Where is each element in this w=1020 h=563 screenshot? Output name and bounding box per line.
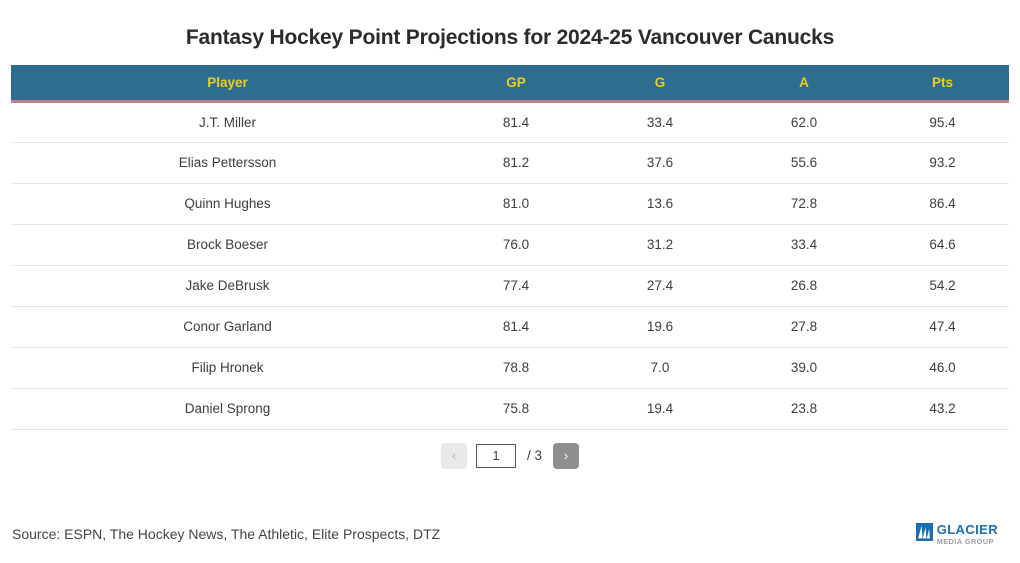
table-row: Conor Garland 81.4 19.6 27.8 47.4 xyxy=(11,306,1009,348)
table-row: Filip Hronek 78.8 7.0 39.0 46.0 xyxy=(11,347,1009,389)
cell-a: 62.0 xyxy=(732,101,876,143)
table-row: Quinn Hughes 81.0 13.6 72.8 86.4 xyxy=(11,183,1009,225)
cell-player: J.T. Miller xyxy=(11,101,444,143)
pagination: ‹ / 3 › xyxy=(11,442,1009,470)
logo-main-text: GLACIER xyxy=(936,521,998,537)
cell-gp: 75.8 xyxy=(444,388,588,430)
table-head: Player GP G A Pts xyxy=(11,65,1009,103)
cell-pts: 46.0 xyxy=(876,347,1009,389)
cell-player: Conor Garland xyxy=(11,306,444,348)
cell-player: Brock Boeser xyxy=(11,224,444,266)
cell-a: 39.0 xyxy=(732,347,876,389)
column-header-gp[interactable]: GP xyxy=(444,65,588,103)
cell-pts: 93.2 xyxy=(876,142,1009,184)
table-row: Brock Boeser 76.0 31.2 33.4 64.6 xyxy=(11,224,1009,266)
table-container: Player GP G A Pts J.T. Miller 81.4 33.4 … xyxy=(11,65,1009,470)
table-row: Jake DeBrusk 77.4 27.4 26.8 54.2 xyxy=(11,265,1009,307)
chevron-right-icon: › xyxy=(563,448,569,464)
cell-pts: 43.2 xyxy=(876,388,1009,430)
table-row: Daniel Sprong 75.8 19.4 23.8 43.2 xyxy=(11,388,1009,430)
cell-g: 33.4 xyxy=(588,101,732,143)
logo-sub-text: MEDIA GROUP xyxy=(936,536,994,546)
footer: Source: ESPN, The Hockey News, The Athle… xyxy=(0,505,1020,563)
table-row: Elias Pettersson 81.2 37.6 55.6 93.2 xyxy=(11,142,1009,184)
cell-g: 37.6 xyxy=(588,142,732,184)
cell-gp: 81.4 xyxy=(444,101,588,143)
cell-player: Quinn Hughes xyxy=(11,183,444,225)
glacier-mountain-icon xyxy=(915,522,933,546)
page-root: Fantasy Hockey Point Projections for 202… xyxy=(0,14,1020,563)
projections-table: Player GP G A Pts J.T. Miller 81.4 33.4 … xyxy=(11,65,1009,430)
cell-pts: 86.4 xyxy=(876,183,1009,225)
table-header-row: Player GP G A Pts xyxy=(11,65,1009,103)
cell-player: Jake DeBrusk xyxy=(11,265,444,307)
cell-gp: 78.8 xyxy=(444,347,588,389)
cell-player: Daniel Sprong xyxy=(11,388,444,430)
cell-g: 31.2 xyxy=(588,224,732,266)
table-body: J.T. Miller 81.4 33.4 62.0 95.4 Elias Pe… xyxy=(11,101,1009,430)
cell-g: 13.6 xyxy=(588,183,732,225)
page-number-input[interactable] xyxy=(475,443,516,468)
cell-a: 27.8 xyxy=(732,306,876,348)
next-page-button[interactable]: › xyxy=(553,442,579,469)
chevron-left-icon: ‹ xyxy=(451,448,457,464)
page-title: Fantasy Hockey Point Projections for 202… xyxy=(185,26,835,50)
cell-pts: 64.6 xyxy=(876,224,1009,266)
column-header-pts[interactable]: Pts xyxy=(876,65,1009,103)
column-header-a[interactable]: A xyxy=(732,65,876,103)
cell-g: 19.6 xyxy=(588,306,732,348)
cell-a: 23.8 xyxy=(732,388,876,430)
column-header-g[interactable]: G xyxy=(588,65,732,103)
cell-player: Filip Hronek xyxy=(11,347,444,389)
cell-g: 27.4 xyxy=(588,265,732,307)
previous-page-button[interactable]: ‹ xyxy=(440,442,467,469)
cell-gp: 81.0 xyxy=(444,183,588,225)
cell-a: 72.8 xyxy=(732,183,876,225)
table-row: J.T. Miller 81.4 33.4 62.0 95.4 xyxy=(11,101,1009,143)
cell-gp: 77.4 xyxy=(444,265,588,307)
cell-a: 55.6 xyxy=(732,142,876,184)
glacier-media-group-logo: GLACIER MEDIA GROUP xyxy=(915,522,1008,546)
total-pages-label: / 3 xyxy=(526,448,542,464)
cell-g: 7.0 xyxy=(588,347,732,389)
cell-g: 19.4 xyxy=(588,388,732,430)
logo-wordmark: GLACIER MEDIA GROUP xyxy=(937,523,998,545)
cell-pts: 47.4 xyxy=(876,306,1009,348)
column-header-player[interactable]: Player xyxy=(11,65,444,103)
cell-pts: 54.2 xyxy=(876,265,1009,307)
cell-pts: 95.4 xyxy=(876,101,1009,143)
cell-gp: 76.0 xyxy=(444,224,588,266)
cell-gp: 81.4 xyxy=(444,306,588,348)
source-note: Source: ESPN, The Hockey News, The Athle… xyxy=(12,526,441,543)
cell-player: Elias Pettersson xyxy=(11,142,444,184)
cell-a: 33.4 xyxy=(732,224,876,266)
cell-a: 26.8 xyxy=(732,265,876,307)
cell-gp: 81.2 xyxy=(444,142,588,184)
